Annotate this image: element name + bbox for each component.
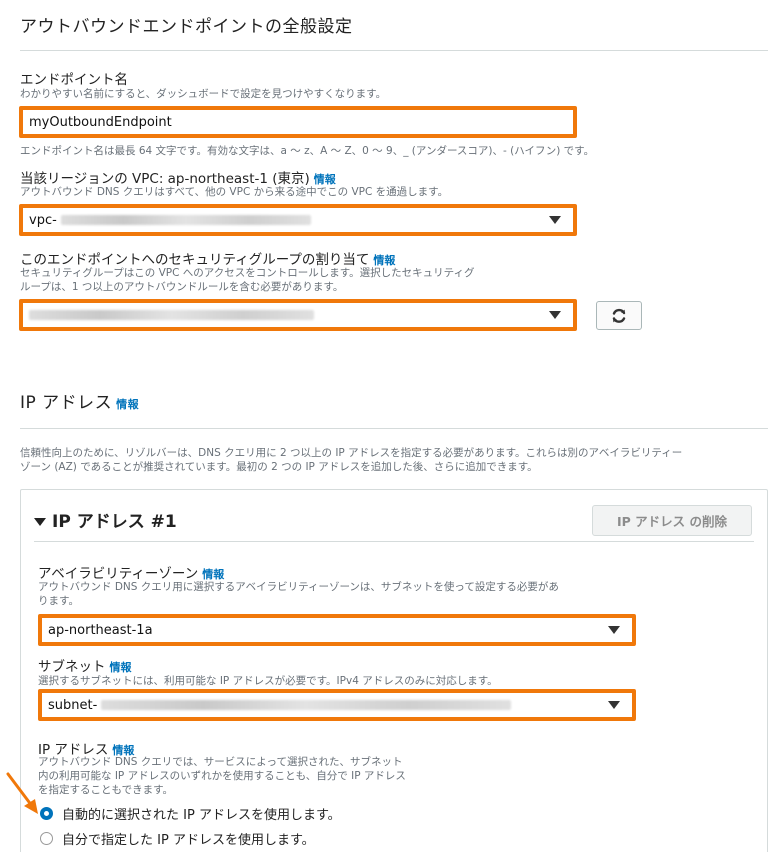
subnet-info-link[interactable]: 情報 (110, 661, 132, 674)
ip-section-info-link[interactable]: 情報 (116, 398, 139, 411)
ip-address-panel-header[interactable]: IP アドレス #1 (34, 507, 177, 532)
vpc-label: 当該リージョンの VPC: ap-northeast-1 (東京) 情報 (20, 167, 336, 187)
section-divider (20, 428, 768, 429)
panel-divider (34, 541, 754, 542)
vpc-value: vpc- (29, 212, 57, 228)
ip-section-description-line1: 信頼性向上のために、リゾルバーは、DNS クエリ用に 2 つ以上の IP アドレ… (20, 447, 683, 459)
ip-address-description-line1: アウトバウンド DNS クエリでは、サービスによって選択された、サブネット (38, 756, 403, 768)
ip-address-description-line2: 内の利用可能な IP アドレスのいずれかを使用することも、自分で IP アドレス (38, 770, 406, 782)
security-group-description-line1: セキュリティグループはこの VPC へのアクセスをコントロールします。選択したセ… (20, 267, 475, 279)
vpc-select[interactable]: vpc- (19, 204, 577, 236)
collapse-triangle-icon (34, 518, 46, 526)
subnet-description: 選択するサブネットには、利用可能な IP アドレスが必要です。IPv4 アドレス… (38, 675, 498, 687)
ip-address-panel (20, 489, 768, 852)
ip-address-description-line3: を指定することもできます。 (38, 784, 174, 796)
radio-button[interactable] (40, 832, 53, 845)
caret-down-icon (549, 311, 561, 319)
security-group-select[interactable] (19, 299, 577, 331)
endpoint-name-label: エンドポイント名 (20, 72, 128, 88)
refresh-button[interactable] (596, 301, 642, 330)
subnet-label-text: サブネット (38, 659, 106, 675)
radio-auto-ip[interactable]: 自動的に選択された IP アドレスを使用します。 (40, 804, 341, 823)
section-divider (20, 50, 768, 51)
caret-down-icon (608, 701, 620, 709)
availability-zone-label: アベイラビリティーゾーン 情報 (38, 562, 224, 582)
radio-auto-ip-label: 自動的に選択された IP アドレスを使用します。 (62, 808, 341, 823)
endpoint-name-value: myOutboundEndpoint (29, 114, 172, 130)
general-settings-title: アウトバウンドエンドポイントの全般設定 (20, 17, 353, 37)
caret-down-icon (608, 626, 620, 634)
radio-manual-ip-label: 自分で指定した IP アドレスを使用します。 (62, 833, 315, 848)
ip-section-title: IP アドレス 情報 (20, 388, 139, 413)
ip-section-description-line2: ゾーン (AZ) であることが推奨されています。最初の 2 つの IP アドレス… (20, 461, 538, 473)
subnet-label: サブネット 情報 (38, 655, 132, 675)
annotation-arrow-icon (6, 772, 38, 814)
endpoint-name-hint: エンドポイント名は最長 64 文字です。有効な文字は、a ～ z、A ～ Z、0… (20, 145, 595, 157)
availability-zone-value: ap-northeast-1a (48, 622, 153, 638)
caret-down-icon (549, 216, 561, 224)
radio-manual-ip[interactable]: 自分で指定した IP アドレスを使用します。 (40, 829, 315, 848)
redacted-vpc-id (60, 215, 311, 225)
security-group-description-line2: ループは、1 つ以上のアウトバウンドルールを含む必要があります。 (20, 281, 344, 293)
refresh-icon (612, 308, 626, 323)
redacted-security-group (29, 310, 314, 320)
availability-zone-description-line2: ります。 (38, 595, 79, 607)
security-group-label: このエンドポイントへのセキュリティグループの割り当て 情報 (20, 248, 395, 268)
vpc-description: アウトバウンド DNS クエリはすべて、他の VPC から来る途中でこの VPC… (20, 186, 449, 198)
availability-zone-description-line1: アウトバウンド DNS クエリ用に選択するアベイラビリティーゾーンは、サブネット… (38, 581, 559, 593)
ip-section-title-text: IP アドレス (20, 393, 113, 413)
redacted-subnet-id (101, 700, 512, 710)
ip-address-panel-title: IP アドレス #1 (52, 512, 177, 532)
subnet-value: subnet- (48, 697, 98, 713)
availability-zone-select[interactable]: ap-northeast-1a (38, 614, 636, 646)
endpoint-name-description: わかりやすい名前にすると、ダッシュボードで設定を見つけやすくなります。 (20, 88, 387, 100)
remove-ip-address-button[interactable]: IP アドレス の削除 (592, 505, 752, 536)
endpoint-name-input[interactable]: myOutboundEndpoint (19, 106, 577, 138)
subnet-select[interactable]: subnet- (38, 689, 636, 721)
